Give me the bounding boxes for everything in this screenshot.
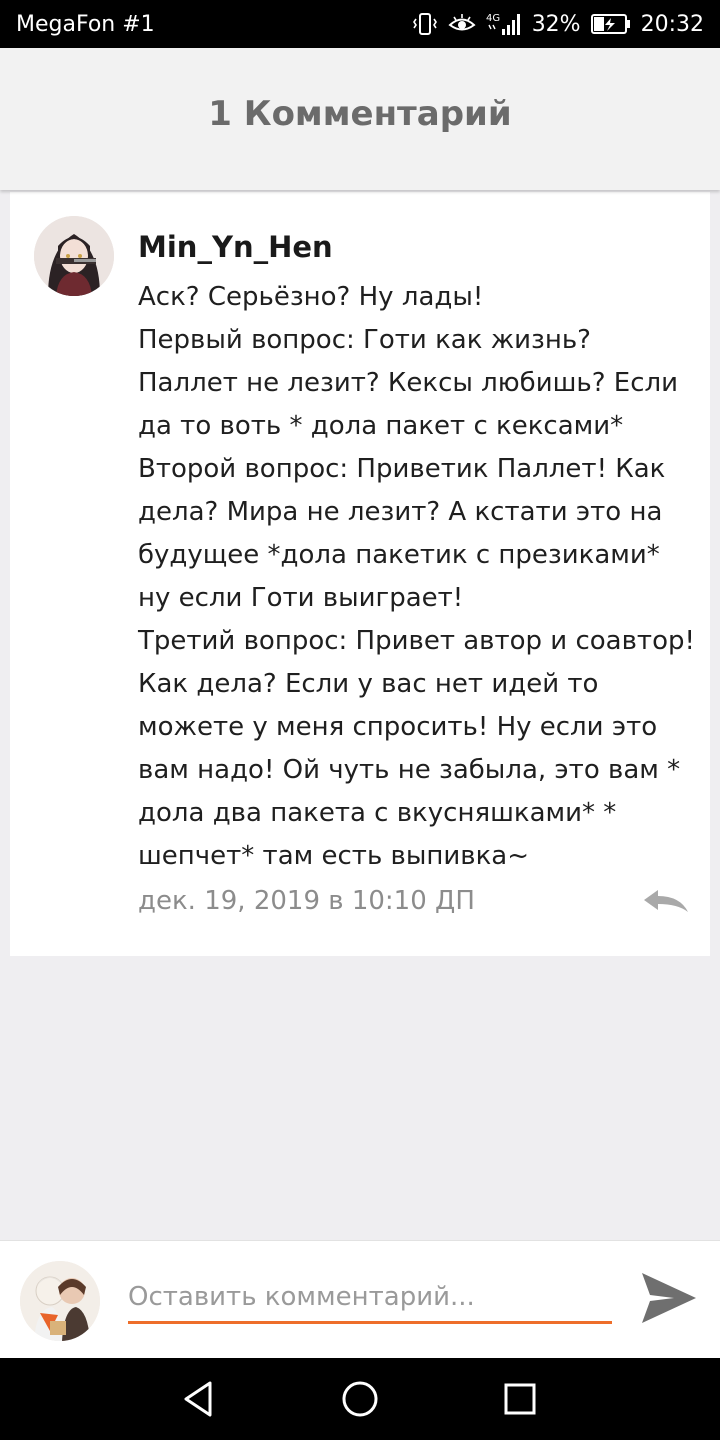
reply-icon [644,890,688,912]
send-button[interactable] [640,1271,698,1325]
status-bar: MegaFon #1 4G 32% 20:32 [0,0,720,48]
back-icon [184,1381,212,1417]
comment-compose-bar [0,1240,720,1359]
network-label: 4G [486,13,500,24]
status-icons: 4G 32% 20:32 [412,11,704,37]
comment-line: Первый вопрос: Готи как жизнь? Паллет не… [138,325,679,441]
page-header: 1 Комментарий [0,48,720,190]
carrier-label: MegaFon #1 [16,11,155,37]
comment-input[interactable] [128,1273,612,1324]
home-icon [342,1381,378,1417]
signal-icon: 4G [486,11,522,37]
home-button[interactable] [340,1379,380,1419]
comment-author[interactable]: Min_Yn_Hen [138,230,333,264]
battery-charging-icon [590,13,631,35]
current-user-avatar [20,1261,100,1341]
avatar[interactable] [34,216,114,296]
recents-button[interactable] [500,1379,540,1419]
send-icon [642,1273,696,1323]
battery-percent: 32% [531,11,581,37]
comment-text: Аск? Серьёзно? Ну лады! Первый вопрос: Г… [138,276,698,878]
clock: 20:32 [640,11,704,37]
back-button[interactable] [180,1379,220,1419]
comment-card: Min_Yn_Hen Аск? Серьёзно? Ну лады! Первы… [10,192,710,956]
reply-button[interactable] [642,888,690,916]
comment-line: Второй вопрос: Приветик Паллет! Как дела… [138,454,666,613]
comment-line: Третий вопрос: Привет автор и соавтор! К… [138,626,695,871]
recents-icon [504,1383,536,1415]
eye-comfort-icon [448,12,476,36]
system-nav-bar [0,1358,720,1440]
comment-line: Аск? Серьёзно? Ну лады! [138,282,484,312]
page-title: 1 Комментарий [208,94,512,134]
vibrate-icon [412,11,438,37]
comment-timestamp: дек. 19, 2019 в 10:10 ДП [138,886,475,916]
